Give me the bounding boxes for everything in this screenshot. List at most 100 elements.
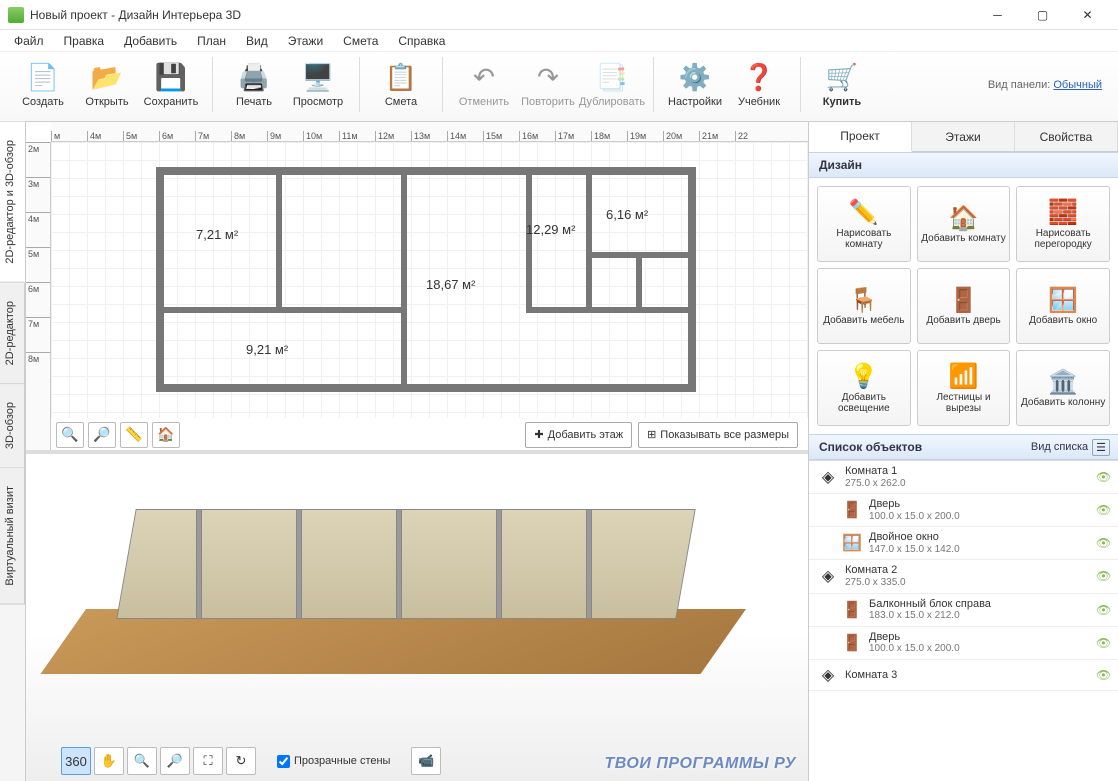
app-icon (8, 7, 24, 23)
tutorial-button[interactable]: ❓Учебник (728, 54, 790, 116)
tab-3d[interactable]: 3D-обзор (0, 384, 25, 468)
visibility-icon[interactable]: 👁 (1096, 503, 1110, 517)
zoom-out-button[interactable]: 🔍 (56, 422, 84, 448)
workspace: 2D-редактор и 3D-обзор 2D-редактор 3D-об… (0, 122, 1118, 781)
object-item[interactable]: ◈Комната 1275.0 x 262.0👁 (809, 461, 1118, 494)
create-button[interactable]: 📄Создать (12, 54, 74, 116)
save-button[interactable]: 💾Сохранить (140, 54, 202, 116)
list-view-button[interactable]: ☰ (1092, 439, 1110, 456)
ruler-horizontal: м4м5м6м7м8м9м10м11м12м13м14м15м16м17м18м… (51, 122, 808, 142)
room-area-4: 6,16 м² (606, 207, 648, 222)
menu-edit[interactable]: Правка (56, 32, 113, 50)
menu-file[interactable]: Файл (6, 32, 52, 50)
tab-virtual[interactable]: Виртуальный визит (0, 468, 25, 605)
visibility-icon[interactable]: 👁 (1096, 668, 1110, 682)
transparent-walls-checkbox[interactable]: Прозрачные стены (277, 755, 390, 768)
add_light-icon: 💡 (849, 362, 879, 392)
add_furniture-icon: 🪑 (849, 285, 879, 315)
open-button[interactable]: 📂Открыть (76, 54, 138, 116)
plan-2d-view[interactable]: м4м5м6м7м8м9м10м11м12м13м14м15м16м17м18м… (26, 122, 808, 450)
object-item[interactable]: 🪟Двойное окно147.0 x 15.0 x 142.0👁 (809, 527, 1118, 560)
visibility-icon[interactable]: 👁 (1096, 636, 1110, 650)
menu-help[interactable]: Справка (390, 32, 453, 50)
redo-button[interactable]: ↷Повторить (517, 54, 579, 116)
monitor-icon: 🖥️ (302, 62, 334, 94)
zoom-in-button[interactable]: 🔎 (88, 422, 116, 448)
object-item[interactable]: ◈Комната 3👁 (809, 660, 1118, 691)
settings-button[interactable]: ⚙️Настройки (664, 54, 726, 116)
duplicate-button[interactable]: 📑Дублировать (581, 54, 643, 116)
visibility-icon[interactable]: 👁 (1096, 603, 1110, 617)
notepad-icon: 📋 (385, 62, 417, 94)
window-title: Новый проект - Дизайн Интерьера 3D (30, 8, 975, 22)
add-floor-button[interactable]: ✚Добавить этаж (525, 422, 632, 448)
panel-type-label: Вид панели: Обычный (988, 79, 1112, 91)
panel-type-link[interactable]: Обычный (1053, 79, 1102, 91)
visibility-icon[interactable]: 👁 (1096, 470, 1110, 484)
draw_room-icon: ✏️ (849, 198, 879, 228)
visibility-icon[interactable]: 👁 (1096, 536, 1110, 550)
pan-button[interactable]: ✋ (94, 747, 124, 775)
home-button[interactable]: 🏠 (152, 422, 180, 448)
undo-button[interactable]: ↶Отменить (453, 54, 515, 116)
preview-button[interactable]: 🖥️Просмотр (287, 54, 349, 116)
tab-project[interactable]: Проект (809, 122, 912, 152)
object-icon: ◈ (817, 664, 839, 686)
maximize-button[interactable]: ▢ (1020, 1, 1065, 29)
design-buttons-grid: ✏️Нарисовать комнату🏠Добавить комнату🧱На… (809, 178, 1118, 434)
ruler-vertical: 2м3м4м5м6м7м8м (26, 142, 51, 450)
visibility-icon[interactable]: 👁 (1096, 569, 1110, 583)
object-item[interactable]: 🚪Дверь100.0 x 15.0 x 200.0👁 (809, 627, 1118, 660)
view-3d[interactable]: 360 ✋ 🔍 🔎 ⛶ ↻ Прозрачные стены 📹 ТВОИ ПР… (26, 454, 808, 781)
show-dimensions-button[interactable]: ⊞Показывать все размеры (638, 422, 798, 448)
buy-button[interactable]: 🛒Купить (811, 54, 873, 116)
watermark: ТВОИ ПРОГРАММЫ РУ (605, 755, 797, 773)
tab-2d[interactable]: 2D-редактор (0, 283, 25, 384)
dimensions-icon: ⊞ (647, 428, 656, 441)
estimate-button[interactable]: 📋Смета (370, 54, 432, 116)
room-area-1: 7,21 м² (196, 227, 238, 242)
duplicate-icon: 📑 (596, 62, 628, 94)
close-button[interactable]: ✕ (1065, 1, 1110, 29)
reset-view-button[interactable]: ↻ (226, 747, 256, 775)
object-item[interactable]: ◈Комната 2275.0 x 335.0👁 (809, 560, 1118, 593)
tab-floors[interactable]: Этажи (912, 122, 1015, 151)
draw_partition-button[interactable]: 🧱Нарисовать перегородку (1016, 186, 1110, 262)
camera-button[interactable]: 📹 (411, 747, 441, 775)
add_door-button[interactable]: 🚪Добавить дверь (917, 268, 1011, 344)
tab-2d-3d[interactable]: 2D-редактор и 3D-обзор (0, 122, 25, 283)
menu-plan[interactable]: План (189, 32, 234, 50)
zoom-in-3d-button[interactable]: 🔎 (160, 747, 190, 775)
object-item[interactable]: 🚪Дверь100.0 x 15.0 x 200.0👁 (809, 494, 1118, 527)
add_door-icon: 🚪 (949, 285, 979, 315)
undo-icon: ↶ (468, 62, 500, 94)
menu-view[interactable]: Вид (238, 32, 276, 50)
menu-estimate[interactable]: Смета (335, 32, 386, 50)
add_column-button[interactable]: 🏛️Добавить колонну (1016, 350, 1110, 426)
tab-properties[interactable]: Свойства (1015, 122, 1118, 151)
minimize-button[interactable]: ─ (975, 1, 1020, 29)
measure-button[interactable]: 📏 (120, 422, 148, 448)
cart-icon: 🛒 (826, 62, 858, 94)
add_room-button[interactable]: 🏠Добавить комнату (917, 186, 1011, 262)
add_window-button[interactable]: 🪟Добавить окно (1016, 268, 1110, 344)
menu-add[interactable]: Добавить (116, 32, 185, 50)
stairs-button[interactable]: 📶Лестницы и вырезы (917, 350, 1011, 426)
zoom-out-3d-button[interactable]: 🔍 (127, 747, 157, 775)
new-file-icon: 📄 (27, 62, 59, 94)
objects-section-header: Список объектов Вид списка ☰ (809, 434, 1118, 460)
add_light-button[interactable]: 💡Добавить освещение (817, 350, 911, 426)
titlebar: Новый проект - Дизайн Интерьера 3D ─ ▢ ✕ (0, 0, 1118, 30)
menu-floors[interactable]: Этажи (280, 32, 331, 50)
help-icon: ❓ (743, 62, 775, 94)
print-button[interactable]: 🖨️Печать (223, 54, 285, 116)
main-toolbar: 📄Создать 📂Открыть 💾Сохранить 🖨️Печать 🖥️… (0, 52, 1118, 122)
draw_room-button[interactable]: ✏️Нарисовать комнату (817, 186, 911, 262)
add_furniture-button[interactable]: 🪑Добавить мебель (817, 268, 911, 344)
object-item[interactable]: 🚪Балконный блок справа183.0 x 15.0 x 212… (809, 594, 1118, 627)
rotate-360-button[interactable]: 360 (61, 747, 91, 775)
fit-button[interactable]: ⛶ (193, 747, 223, 775)
floorplan[interactable]: 7,21 м² 18,67 м² 12,29 м² 6,16 м² 9,21 м… (156, 167, 696, 392)
object-icon: 🪟 (841, 532, 863, 554)
menubar: Файл Правка Добавить План Вид Этажи Смет… (0, 30, 1118, 52)
